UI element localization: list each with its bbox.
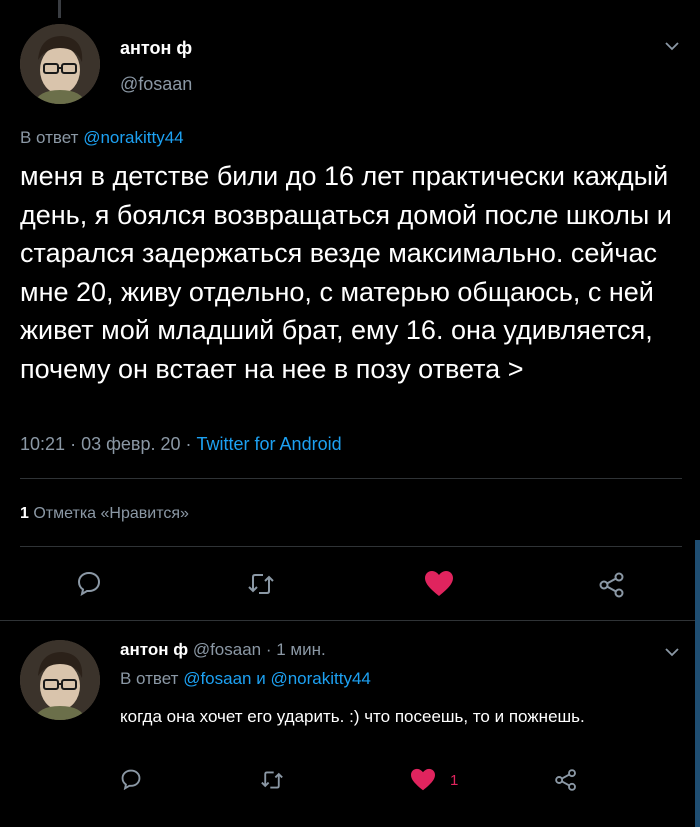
like-count: 1: [450, 771, 459, 789]
tweet-source[interactable]: Twitter for Android: [197, 434, 342, 454]
reply-button[interactable]: [76, 570, 102, 596]
reply-icon: [77, 571, 101, 596]
retweet-icon: [248, 574, 274, 594]
avatar[interactable]: [20, 24, 100, 104]
retweet-button[interactable]: [246, 571, 276, 597]
divider: [0, 620, 695, 621]
reply-replying-to: В ответ @fosaan и @norakitty44: [120, 669, 371, 689]
reply-avatar[interactable]: [20, 640, 100, 720]
share-button[interactable]: [598, 571, 626, 599]
likes-label: Отметка «Нравится»: [33, 505, 189, 522]
reply-text: когда она хочет его ударить. :) что посе…: [120, 707, 585, 726]
divider: [20, 546, 682, 547]
author-name[interactable]: антон ф: [120, 38, 192, 59]
reply-conjunction: и: [256, 669, 266, 688]
like-button[interactable]: 1: [410, 768, 458, 792]
reply-to-link[interactable]: @norakitty44: [270, 669, 370, 688]
reply-prefix: В ответ: [20, 128, 79, 147]
reply-author-name[interactable]: антон ф: [120, 640, 188, 659]
share-icon: [555, 769, 576, 791]
heart-icon: [425, 571, 453, 596]
divider: [20, 478, 682, 479]
reply-button[interactable]: [120, 768, 142, 790]
reply-time[interactable]: 1 мин.: [276, 640, 325, 659]
likes-count: 1: [20, 505, 29, 522]
author-handle[interactable]: @fosaan: [120, 74, 192, 95]
retweet-icon: [261, 771, 283, 789]
reply-header: антон ф @fosaan · 1 мин.: [120, 640, 326, 659]
avatar-image: [20, 640, 100, 720]
reply-author-handle[interactable]: @fosaan: [193, 640, 261, 659]
tweet-text: меня в детстве били до 16 лет практическ…: [20, 161, 672, 384]
thread-connector-line: [58, 0, 61, 18]
tweet-time[interactable]: 10:21: [20, 434, 65, 454]
likes-summary[interactable]: 1 Отметка «Нравится»: [20, 505, 189, 523]
reply-to-link[interactable]: @norakitty44: [83, 128, 183, 147]
like-button[interactable]: [424, 570, 454, 598]
scrollbar[interactable]: [695, 540, 700, 827]
reply-to-link[interactable]: @fosaan: [183, 669, 251, 688]
reply-icon: [121, 769, 141, 790]
avatar-image: [20, 24, 100, 104]
chevron-down-icon[interactable]: [664, 646, 680, 658]
retweet-button[interactable]: [259, 769, 285, 791]
tweet-date[interactable]: 03 февр. 20: [81, 434, 180, 454]
share-icon: [599, 572, 624, 598]
reply-prefix: В ответ: [120, 669, 179, 688]
chevron-down-icon[interactable]: [664, 40, 680, 52]
share-button[interactable]: [554, 768, 578, 792]
tweet-meta: 10:21 · 03 февр. 20 · Twitter for Androi…: [20, 434, 342, 454]
replying-to: В ответ @norakitty44: [20, 128, 184, 148]
heart-icon: [411, 768, 435, 791]
